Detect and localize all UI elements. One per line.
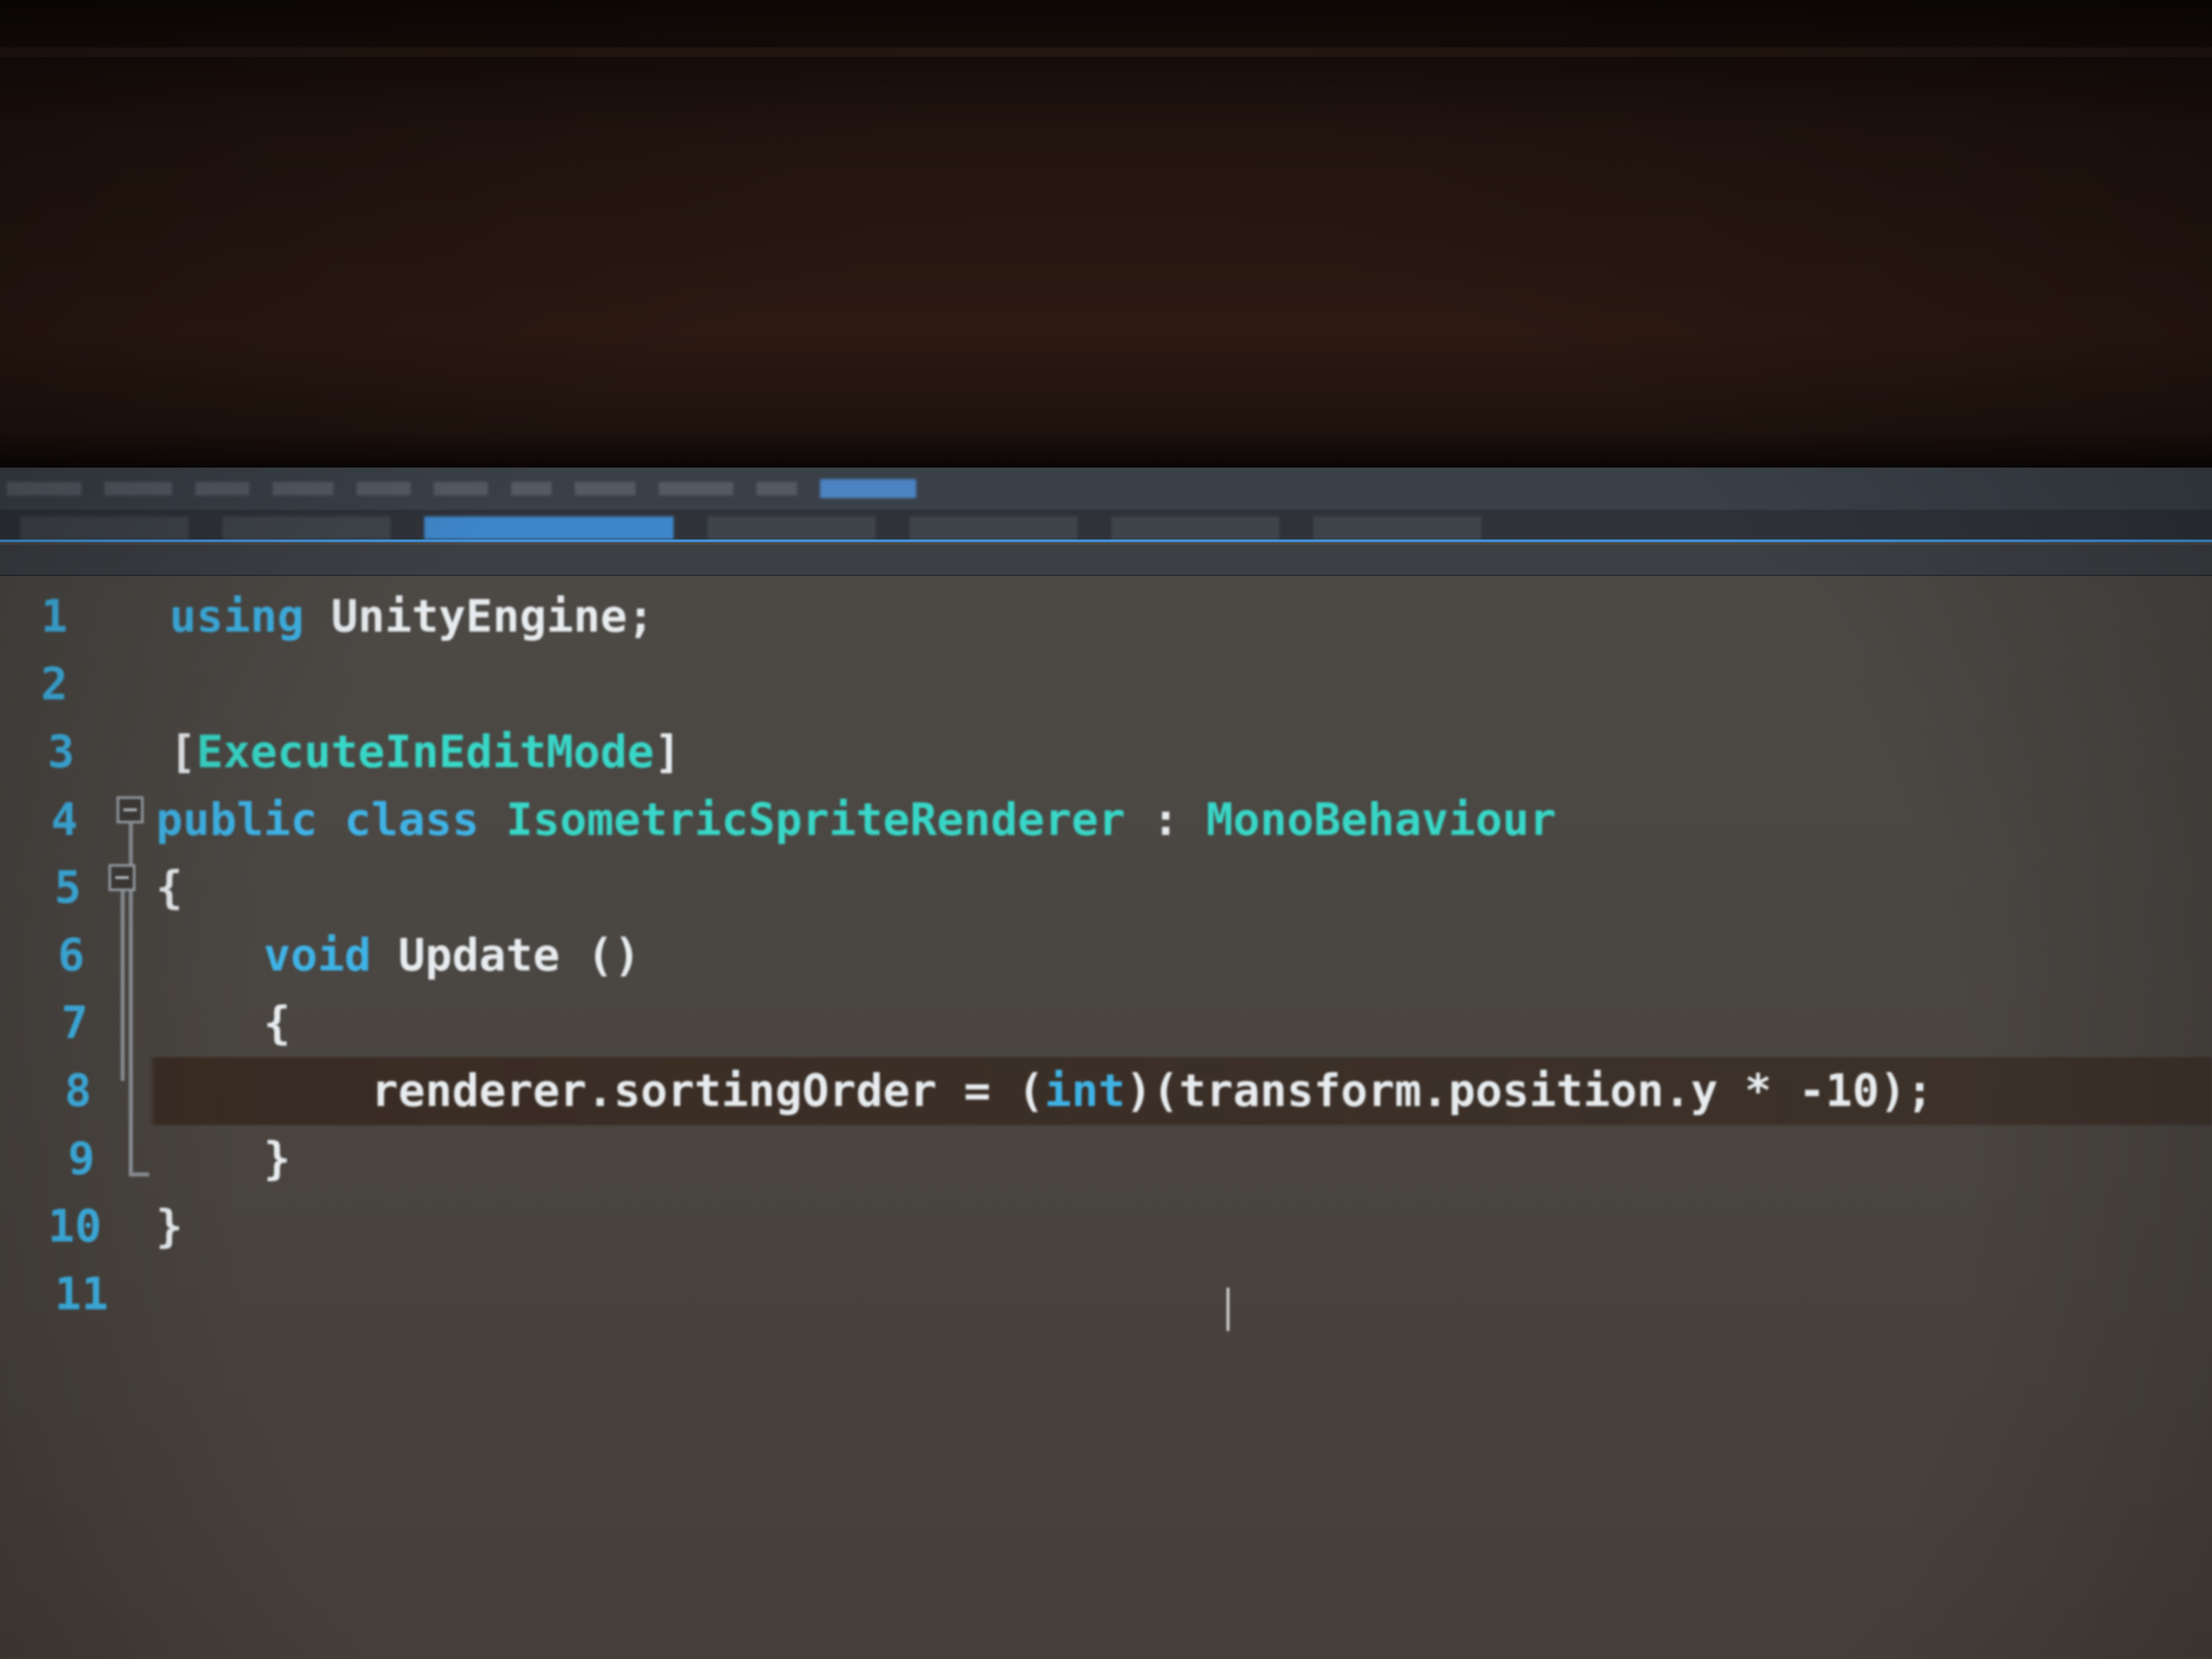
menu-item[interactable] — [195, 482, 249, 495]
code-token: IsometricSpriteRenderer — [506, 794, 1126, 846]
menu-item[interactable] — [820, 479, 916, 498]
line-number: 3 — [47, 726, 75, 778]
code-line[interactable]: 2 — [0, 651, 2212, 718]
code-token: Update — [398, 929, 560, 981]
navigation-bar — [0, 545, 2212, 576]
code-text: { — [156, 989, 291, 1057]
text-caret — [1227, 1288, 1229, 1331]
code-token: UnityEngine — [331, 590, 628, 642]
code-text: [ExecuteInEditMode] — [169, 718, 681, 786]
code-text: } — [156, 1193, 183, 1261]
code-token: int — [1044, 1065, 1126, 1117]
code-line[interactable]: 10} — [0, 1193, 2212, 1261]
line-number: 10 — [47, 1200, 102, 1252]
photo-scene: 1 using UnityEngine; 2 3 [ExecuteInEditMode]… — [0, 0, 2212, 1659]
code-line[interactable]: 9 } — [0, 1125, 2212, 1193]
code-token: renderer.sortingOrder = ( — [371, 1065, 1045, 1117]
menu-item[interactable] — [434, 482, 488, 495]
code-token: ExecuteInEditMode — [196, 726, 655, 778]
line-number: 5 — [54, 861, 81, 914]
menu-item[interactable] — [575, 482, 636, 495]
line-number: 7 — [61, 997, 88, 1049]
code-token: ] — [654, 726, 682, 778]
menu-item[interactable] — [7, 482, 81, 495]
editor-tab[interactable] — [909, 516, 1078, 539]
editor-tab[interactable] — [424, 516, 674, 539]
code-text: using UnityEngine; — [169, 583, 654, 651]
code-text: } — [156, 1125, 291, 1193]
code-line[interactable]: 1 using UnityEngine; — [0, 583, 2212, 651]
menu-item[interactable] — [756, 482, 797, 495]
code-token: )(transform.position.y * -10); — [1125, 1065, 1933, 1117]
code-token: } — [156, 1200, 183, 1252]
menu-item[interactable] — [356, 482, 411, 495]
line-number: 1 — [41, 590, 68, 642]
code-line[interactable]: 7 { — [0, 989, 2212, 1057]
line-number: 8 — [64, 1065, 91, 1117]
code-token: class — [344, 794, 479, 846]
editor-tab[interactable] — [1111, 516, 1279, 539]
code-line[interactable]: 8 renderer.sortingOrder = (int)(transfor… — [0, 1057, 2212, 1125]
code-token: public — [156, 794, 318, 846]
code-token: void — [263, 929, 371, 981]
editor-tab[interactable] — [708, 516, 876, 539]
code-line[interactable]: 5{ — [0, 854, 2212, 922]
code-token: } — [263, 1132, 291, 1185]
menu-item[interactable] — [104, 482, 172, 495]
line-number: 9 — [68, 1132, 95, 1185]
editor-tab[interactable] — [1313, 516, 1481, 539]
menu-item[interactable] — [659, 482, 733, 495]
document-tab-bar — [0, 510, 2212, 542]
editor-tab[interactable] — [20, 516, 188, 539]
menu-item[interactable] — [511, 482, 552, 495]
code-text: void Update () — [156, 922, 640, 989]
code-text: public class IsometricSpriteRenderer : M… — [156, 786, 1556, 854]
wall-background — [0, 47, 2212, 57]
code-token: { — [156, 861, 183, 914]
editor-tab[interactable] — [222, 516, 390, 539]
code-token: [ — [169, 726, 197, 778]
line-number: 4 — [51, 794, 78, 846]
code-token: using — [169, 590, 304, 642]
code-token: MonoBehaviour — [1206, 794, 1557, 846]
ide-window: 1 using UnityEngine; 2 3 [ExecuteInEditMode]… — [0, 468, 2212, 1659]
code-line[interactable]: 4 public class IsometricSpriteRenderer : … — [0, 786, 2212, 854]
code-text: { — [156, 854, 183, 922]
code-token: : — [1125, 794, 1206, 846]
line-number: 6 — [58, 929, 85, 981]
line-number: 11 — [54, 1268, 108, 1320]
code-line[interactable]: 3 [ExecuteInEditMode] — [0, 718, 2212, 786]
code-token: () — [560, 929, 641, 981]
code-line[interactable]: 11 — [0, 1261, 2212, 1328]
menu-bar — [0, 468, 2212, 510]
line-number: 2 — [41, 658, 68, 710]
menu-item[interactable] — [272, 482, 333, 495]
code-line[interactable]: 6 void Update () — [0, 922, 2212, 989]
code-token: { — [263, 997, 291, 1049]
code-text: renderer.sortingOrder = (int)(transform.… — [156, 1057, 1933, 1125]
code-editor[interactable]: 1 using UnityEngine; 2 3 [ExecuteInEditMode]… — [0, 583, 2212, 1659]
code-token: ; — [627, 590, 655, 642]
